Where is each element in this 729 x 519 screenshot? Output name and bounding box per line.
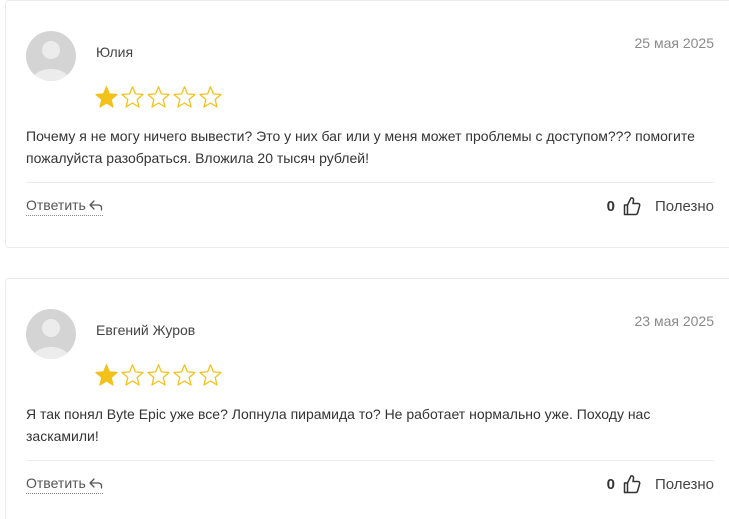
star-outline-icon — [199, 364, 222, 386]
review-card: Евгений Журов 23 мая 2025 Я так понял By… — [5, 278, 729, 519]
star-outline-icon — [121, 364, 144, 386]
divider — [26, 182, 714, 183]
reply-label: Ответить — [26, 475, 86, 491]
avatar-placeholder-icon — [32, 41, 70, 81]
helpful-button[interactable]: Полезно — [655, 198, 714, 215]
review-text: Почему я не могу ничего вывести? Это у н… — [26, 128, 695, 166]
thumbs-up-icon[interactable] — [623, 196, 641, 216]
helpful-block: 0 Полезно — [607, 194, 714, 218]
avatar-placeholder-icon — [32, 319, 70, 359]
helpful-button[interactable]: Полезно — [655, 476, 714, 493]
divider — [26, 460, 714, 461]
review-date: 23 мая 2025 — [634, 313, 715, 329]
helpful-block: 0 Полезно — [607, 472, 714, 496]
reply-label: Ответить — [26, 197, 86, 213]
reviews-list: Юлия 25 мая 2025 Почему я не могу ничего… — [0, 0, 729, 519]
star-outline-icon — [199, 86, 222, 108]
review-text: Я так понял Byte Epic уже все? Лопнула п… — [26, 406, 651, 444]
star-outline-icon — [147, 86, 170, 108]
helpful-count: 0 — [606, 197, 615, 215]
rating-stars — [94, 85, 223, 109]
reply-arrow-icon — [89, 200, 102, 211]
star-outline-icon — [121, 86, 144, 108]
reply-button[interactable]: Ответить — [26, 197, 103, 216]
star-outline-icon — [173, 364, 196, 386]
star-outline-icon — [147, 364, 170, 386]
reply-arrow-icon — [89, 478, 102, 489]
reply-button[interactable]: Ответить — [26, 475, 103, 494]
star-outline-icon — [173, 86, 196, 108]
thumbs-up-icon[interactable] — [623, 474, 641, 494]
rating-stars — [94, 363, 223, 387]
avatar — [26, 309, 76, 359]
star-filled-icon — [95, 364, 118, 386]
helpful-count: 0 — [606, 475, 615, 493]
review-author: Юлия — [96, 44, 134, 60]
review-card: Юлия 25 мая 2025 Почему я не могу ничего… — [5, 0, 729, 248]
review-date: 25 мая 2025 — [634, 35, 715, 51]
review-author: Евгений Журов — [96, 322, 196, 338]
star-filled-icon — [95, 86, 118, 108]
avatar — [26, 31, 76, 81]
